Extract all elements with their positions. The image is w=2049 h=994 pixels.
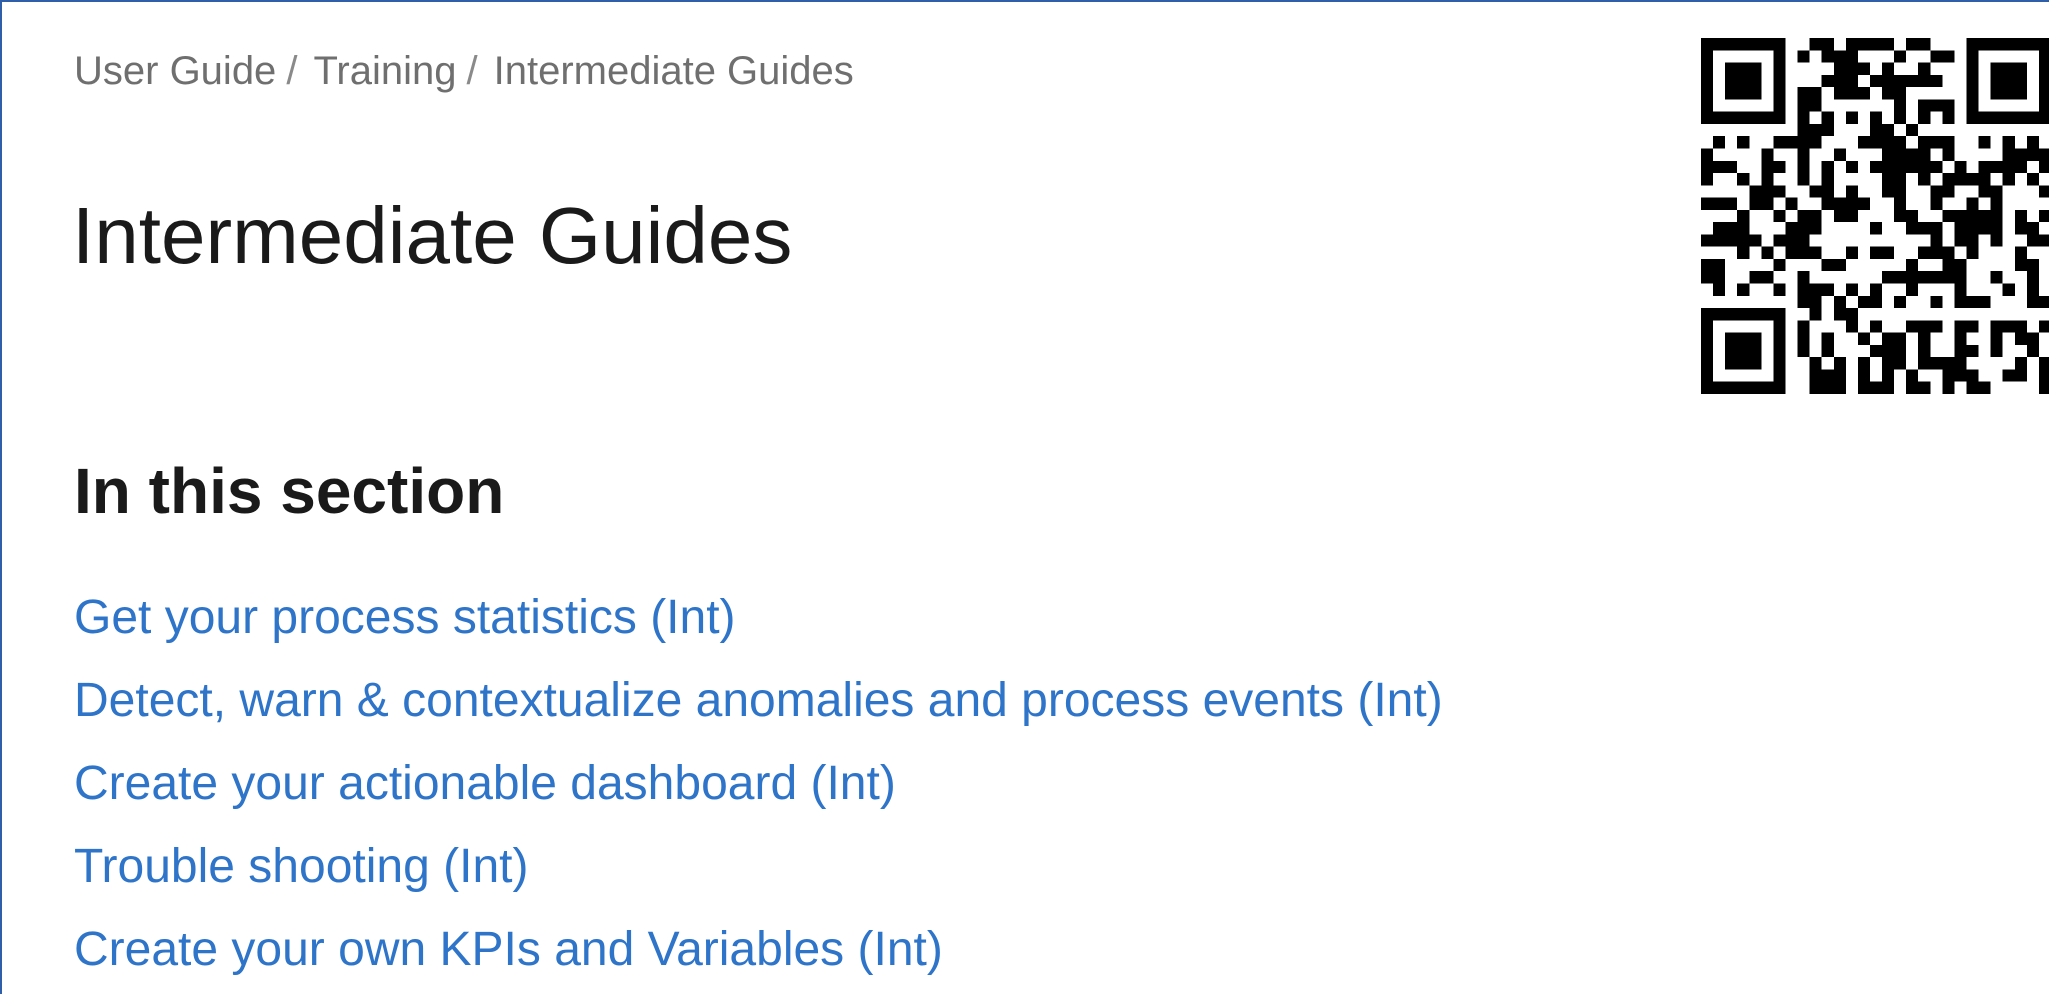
list-item: Create your actionable dashboard (Int) [74, 754, 1443, 837]
breadcrumb-item-user-guide[interactable]: User Guide [74, 49, 276, 93]
link-actionable-dashboard[interactable]: Create your actionable dashboard (Int) [74, 757, 896, 810]
qr-code-icon [1701, 38, 2049, 394]
breadcrumb-separator: / [466, 49, 478, 93]
list-item: Create your own KPIs and Variables (Int) [74, 920, 1443, 994]
list-item: Detect, warn & contextualize anomalies a… [74, 671, 1443, 754]
list-item: Get your process statistics (Int) [74, 588, 1443, 671]
link-kpis-variables[interactable]: Create your own KPIs and Variables (Int) [74, 923, 943, 976]
link-trouble-shooting[interactable]: Trouble shooting (Int) [74, 840, 528, 893]
page-frame: User Guide / Training / Intermediate Guides … [0, 0, 2049, 994]
section-heading: In this section [74, 455, 505, 527]
breadcrumb-separator: / [286, 49, 298, 93]
link-detect-anomalies[interactable]: Detect, warn & contextualize anomalies a… [74, 674, 1443, 727]
list-item: Trouble shooting (Int) [74, 837, 1443, 920]
link-process-statistics[interactable]: Get your process statistics (Int) [74, 591, 736, 644]
section-link-list: Get your process statistics (Int) Detect… [74, 588, 1443, 994]
breadcrumb-item-current: Intermediate Guides [493, 49, 854, 93]
breadcrumb: User Guide / Training / Intermediate Guides [74, 46, 854, 96]
page-title: Intermediate Guides [72, 191, 793, 280]
breadcrumb-item-training[interactable]: Training [313, 49, 456, 93]
